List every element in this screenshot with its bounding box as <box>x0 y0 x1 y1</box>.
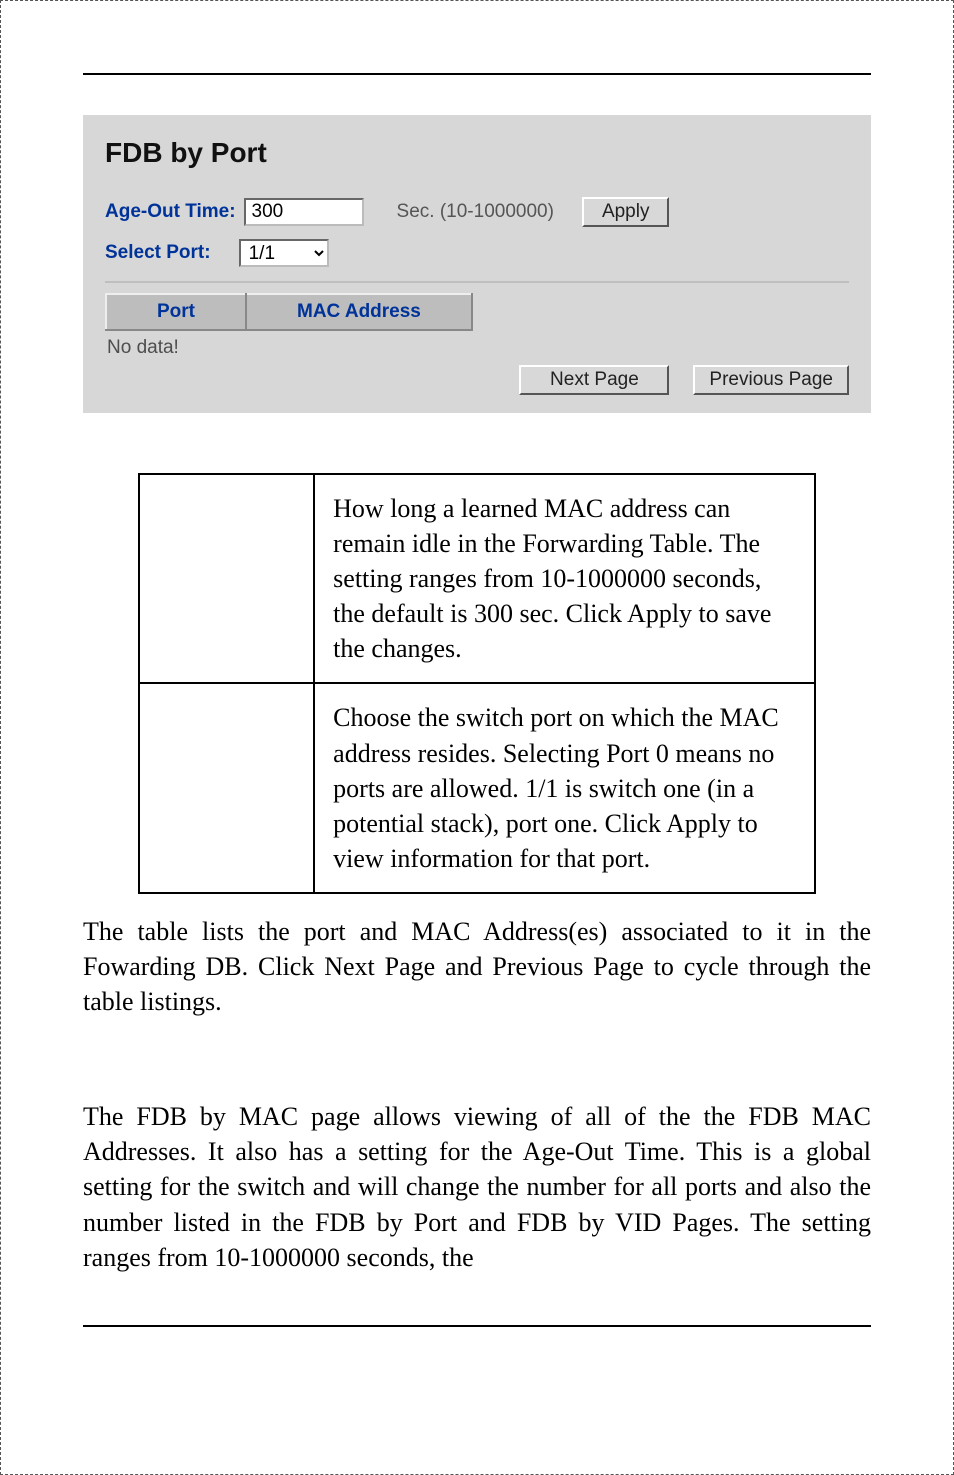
age-out-input[interactable] <box>244 198 364 226</box>
apply-button[interactable]: Apply <box>582 197 670 227</box>
page-content: FDB by Port Age-Out Time: Sec. (10-10000… <box>13 13 941 1367</box>
fdb-table: Port MAC Address <box>105 293 473 331</box>
pagination-row: Next Page Previous Page <box>105 365 849 395</box>
paragraph-1: The table lists the port and MAC Address… <box>83 914 871 1019</box>
desc-cell-left-0 <box>139 474 314 683</box>
no-data-message: No data! <box>107 337 849 359</box>
select-port-label: Select Port: <box>105 242 211 264</box>
desc-cell-right-1: Choose the switch port on which the MAC … <box>314 683 815 892</box>
desc-cell-right-0: How long a learned MAC address can remai… <box>314 474 815 683</box>
page-border: FDB by Port Age-Out Time: Sec. (10-10000… <box>0 0 954 1475</box>
age-out-row: Age-Out Time: Sec. (10-1000000) Apply <box>105 197 849 227</box>
column-header-mac: MAC Address <box>246 294 472 330</box>
paragraph-2: The FDB by MAC page allows viewing of al… <box>83 1099 871 1274</box>
select-port-row: Select Port: 1/1 <box>105 239 849 267</box>
top-rule <box>83 73 871 75</box>
bottom-rule <box>83 1325 871 1327</box>
sec-range-label: Sec. (10-1000000) <box>397 201 554 223</box>
fdb-by-port-panel: FDB by Port Age-Out Time: Sec. (10-10000… <box>83 115 871 413</box>
spacer <box>83 1029 871 1099</box>
select-port-dropdown[interactable]: 1/1 <box>239 239 329 267</box>
age-out-label: Age-Out Time: <box>105 201 236 223</box>
previous-page-button[interactable]: Previous Page <box>693 365 849 395</box>
table-row: Choose the switch port on which the MAC … <box>139 683 815 892</box>
next-page-button[interactable]: Next Page <box>519 365 669 395</box>
column-header-port: Port <box>106 294 246 330</box>
description-table: How long a learned MAC address can remai… <box>138 473 816 894</box>
panel-divider <box>105 281 849 283</box>
panel-title: FDB by Port <box>105 137 849 169</box>
desc-cell-left-1 <box>139 683 314 892</box>
table-row: How long a learned MAC address can remai… <box>139 474 815 683</box>
